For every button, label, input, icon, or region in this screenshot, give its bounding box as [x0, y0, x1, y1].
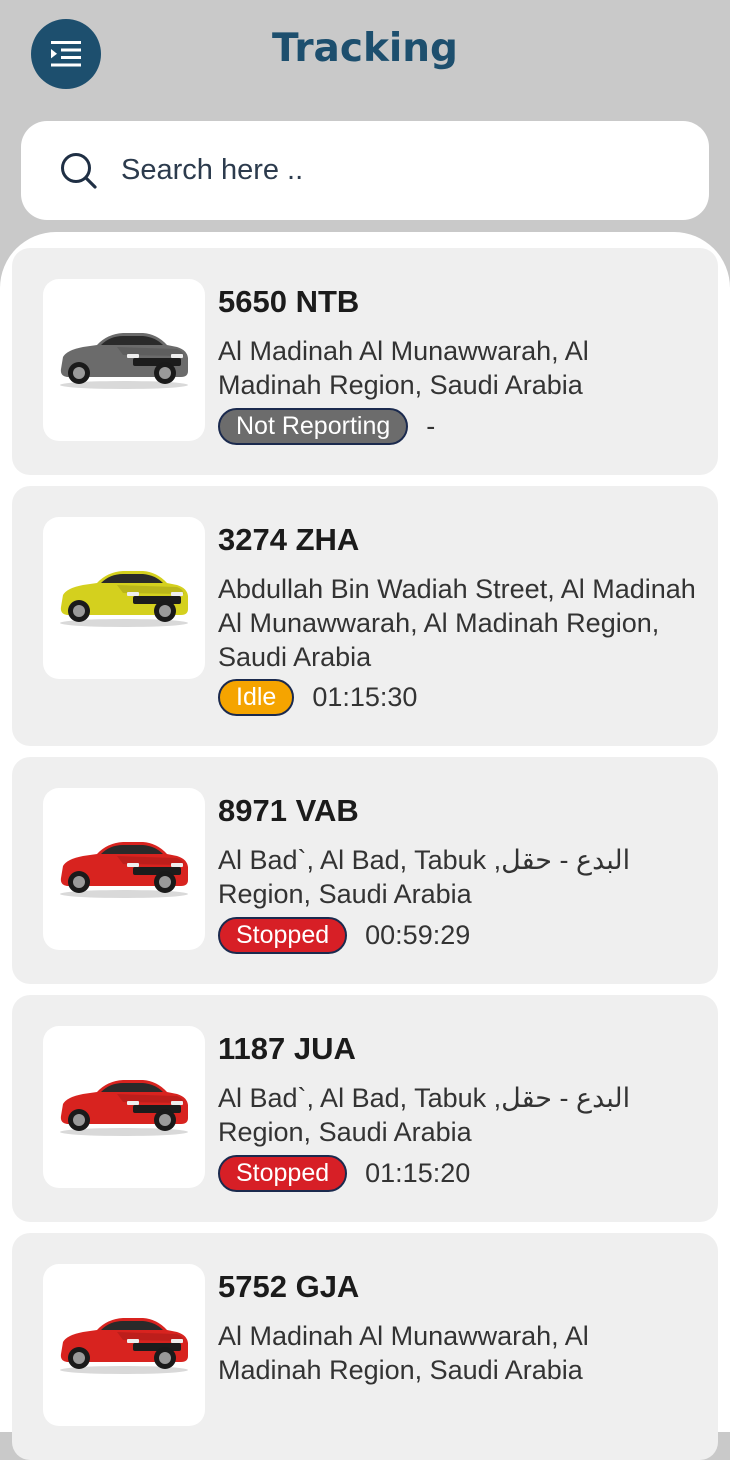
vehicle-address: Abdullah Bin Wadiah Street, Al Madinah A…: [218, 574, 696, 672]
car-icon: [60, 1317, 188, 1374]
status-badge: Idle: [218, 679, 295, 716]
search-icon: [61, 153, 97, 189]
car-icon: [60, 332, 188, 389]
status-duration: -: [426, 411, 436, 441]
vehicle-address: Al Madinah Al Munawwarah, Al Madinah Reg…: [218, 336, 589, 400]
vehicle-card[interactable]: 3274 ZHA Abdullah Bin Wadiah Street, Al …: [12, 486, 718, 746]
status-duration: 00:59:29: [365, 920, 471, 950]
page-title: Tracking: [272, 26, 458, 71]
vehicle-plate: 5752 GJA: [218, 1269, 360, 1304]
status-duration: 01:15:20: [365, 1158, 471, 1188]
vehicle-card[interactable]: 8971 VAB Al Bad`, Al Bad, Tabuk ,البدع -…: [12, 757, 718, 984]
status-badge: Stopped: [218, 1155, 348, 1192]
car-icon: [60, 570, 188, 627]
vehicle-image: [43, 279, 205, 441]
car-icon: [60, 1079, 188, 1136]
vehicle-image: [43, 1264, 205, 1426]
status-row: Stopped 00:59:29: [218, 917, 470, 954]
vehicle-image: [43, 517, 205, 679]
vehicle-plate: 5650 NTB: [218, 284, 360, 319]
car-icon: [60, 841, 188, 898]
vehicle-card[interactable]: 5650 NTB Al Madinah Al Munawwarah, Al Ma…: [12, 248, 718, 475]
status-badge: Not Reporting: [218, 408, 409, 445]
vehicle-card[interactable]: 5752 GJA Al Madinah Al Munawwarah, Al Ma…: [12, 1233, 718, 1460]
app-header: Tracking: [0, 0, 730, 110]
vehicle-image: [43, 1026, 205, 1188]
vehicle-address: Al Bad`, Al Bad, Tabuk ,البدع - حقل Regi…: [218, 1083, 631, 1147]
status-duration: 01:15:30: [312, 682, 418, 712]
status-row: Not Reporting -: [218, 408, 435, 445]
search-input[interactable]: [121, 149, 681, 191]
vehicle-image: [43, 788, 205, 950]
status-row: Stopped 01:15:20: [218, 1155, 470, 1192]
status-badge: Stopped: [218, 917, 348, 954]
vehicle-address: Al Madinah Al Munawwarah, Al Madinah Reg…: [218, 1321, 589, 1385]
vehicle-plate: 8971 VAB: [218, 793, 359, 828]
status-row: Idle 01:15:30: [218, 679, 417, 716]
search-bar[interactable]: [21, 121, 709, 220]
vehicle-card[interactable]: 1187 JUA Al Bad`, Al Bad, Tabuk ,البدع -…: [12, 995, 718, 1222]
vehicle-plate: 1187 JUA: [218, 1031, 356, 1066]
vehicle-address: Al Bad`, Al Bad, Tabuk ,البدع - حقل Regi…: [218, 845, 631, 909]
vehicle-plate: 3274 ZHA: [218, 522, 360, 557]
